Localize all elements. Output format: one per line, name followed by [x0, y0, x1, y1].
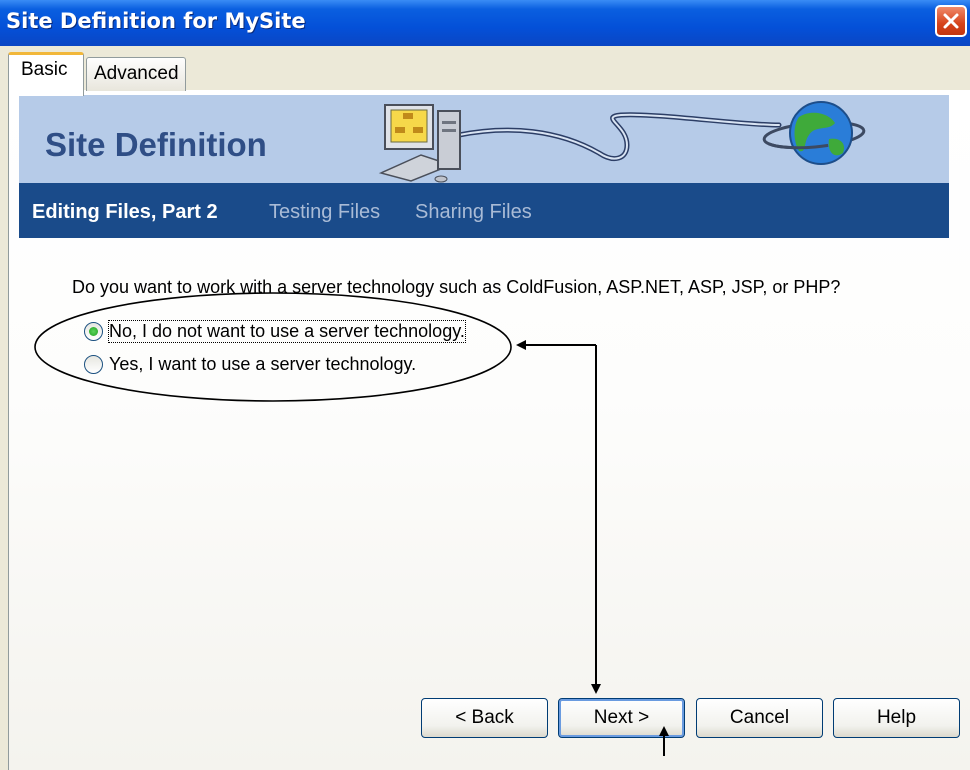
radio-option-yes-server[interactable]: Yes, I want to use a server technology.	[84, 354, 416, 375]
globe-icon	[762, 101, 866, 165]
help-button[interactable]: Help	[833, 698, 960, 738]
radio-button-yes[interactable]	[84, 355, 103, 374]
radio-option-yes-label[interactable]: Yes, I want to use a server technology.	[109, 354, 416, 375]
close-button[interactable]	[935, 5, 967, 37]
tab-basic[interactable]: Basic	[8, 52, 84, 96]
radio-button-no[interactable]	[84, 322, 103, 341]
header-banner: Site Definition	[19, 95, 949, 183]
back-button[interactable]: < Back	[421, 698, 548, 738]
radio-option-no-server[interactable]: No, I do not want to use a server techno…	[84, 320, 466, 343]
step-editing-files-part-2: Editing Files, Part 2	[32, 201, 218, 223]
next-button[interactable]: Next >	[558, 698, 685, 738]
title-bar: Site Definition for MySite	[0, 0, 970, 46]
step-testing-files: Testing Files	[269, 201, 381, 223]
banner-illustration	[378, 101, 866, 183]
radio-option-no-label[interactable]: No, I do not want to use a server techno…	[108, 320, 466, 343]
cancel-button[interactable]: Cancel	[696, 698, 823, 738]
tab-advanced[interactable]: Advanced	[86, 57, 186, 91]
window-title: Site Definition for MySite	[6, 9, 306, 33]
computer-icon	[378, 104, 461, 183]
step-sharing-files: Sharing Files	[415, 201, 532, 223]
close-icon	[943, 13, 959, 29]
server-technology-question: Do you want to work with a server techno…	[72, 277, 841, 297]
wizard-step-bar: Editing Files, Part 2 Testing Files Shar…	[19, 183, 949, 238]
banner-title: Site Definition	[45, 126, 267, 163]
